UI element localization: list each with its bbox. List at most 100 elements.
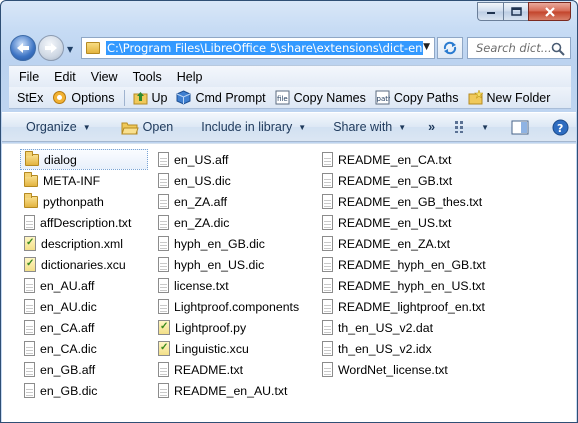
more-commands-button[interactable]: » xyxy=(428,120,435,134)
file-item[interactable]: en_US.aff xyxy=(154,149,304,170)
include-in-library-button[interactable]: Include in library ▼ xyxy=(201,120,306,134)
address-bar[interactable]: C:\Program Files\LibreOffice 5\share\ext… xyxy=(81,37,435,59)
file-item[interactable]: README_en_US.txt xyxy=(318,212,478,233)
file-name: en_GB.dic xyxy=(40,383,98,398)
options-label: Options xyxy=(71,90,115,105)
file-item[interactable]: en_ZA.aff xyxy=(154,191,304,212)
copy-paths-button[interactable]: path Copy Paths xyxy=(375,90,459,105)
menu-edit[interactable]: Edit xyxy=(54,70,76,84)
file-item[interactable]: license.txt xyxy=(154,275,304,296)
menu-help[interactable]: Help xyxy=(177,70,203,84)
document-icon xyxy=(158,383,169,398)
forward-button[interactable] xyxy=(38,35,64,61)
recent-pages-dropdown[interactable]: ▼ xyxy=(67,45,73,54)
file-item[interactable]: description.xml xyxy=(20,233,148,254)
file-item[interactable]: hyph_en_US.dic xyxy=(154,254,304,275)
file-item[interactable]: en_ZA.dic xyxy=(154,212,304,233)
file-item[interactable]: th_en_US_v2.dat xyxy=(318,317,478,338)
close-button[interactable] xyxy=(528,2,571,21)
address-path[interactable]: C:\Program Files\LibreOffice 5\share\ext… xyxy=(106,41,424,55)
file-item[interactable]: Lightproof.py xyxy=(154,317,304,338)
file-item[interactable]: hyph_en_GB.dic xyxy=(154,233,304,254)
file-name: Linguistic.xcu xyxy=(175,341,249,356)
menu-file[interactable]: File xyxy=(19,70,39,84)
file-item[interactable]: en_AU.dic xyxy=(20,296,148,317)
file-item[interactable]: README_en_GB.txt xyxy=(318,170,478,191)
file-item[interactable]: Lightproof.components xyxy=(154,296,304,317)
file-column-3: README_en_CA.txt README_en_GB.txt README_e… xyxy=(318,149,486,380)
xml-file-icon xyxy=(158,320,170,335)
file-item[interactable]: en_GB.dic xyxy=(20,380,148,401)
file-item[interactable]: README_en_ZA.txt xyxy=(318,233,478,254)
file-item[interactable]: en_AU.aff xyxy=(20,275,148,296)
file-item[interactable]: README_en_CA.txt xyxy=(318,149,478,170)
stex-label: StEx xyxy=(17,90,44,105)
search-icon[interactable] xyxy=(551,42,565,56)
file-name: hyph_en_US.dic xyxy=(174,257,265,272)
file-item[interactable]: th_en_US_v2.idx xyxy=(318,338,478,359)
copy-names-icon: file xyxy=(275,90,290,105)
file-item[interactable]: README_lightproof_en.txt xyxy=(318,296,485,317)
menu-view[interactable]: View xyxy=(91,70,118,84)
file-name: en_ZA.dic xyxy=(174,215,230,230)
share-with-button[interactable]: Share with ▼ xyxy=(333,120,406,134)
file-name: dictionaries.xcu xyxy=(41,257,126,272)
maximize-button[interactable] xyxy=(503,2,528,21)
preview-pane-button[interactable] xyxy=(511,119,533,135)
document-icon xyxy=(322,257,333,272)
document-icon xyxy=(158,152,169,167)
refresh-button[interactable] xyxy=(437,37,463,59)
file-item[interactable]: Linguistic.xcu xyxy=(154,338,304,359)
document-icon xyxy=(24,320,35,335)
file-item[interactable]: en_GB.aff xyxy=(20,359,148,380)
document-icon xyxy=(24,341,35,356)
copy-names-button[interactable]: file Copy Names xyxy=(275,90,366,105)
help-icon: ? xyxy=(551,119,569,135)
file-item[interactable]: README_hyph_en_US.txt xyxy=(318,275,485,296)
search-input[interactable]: Search dict... xyxy=(467,37,571,59)
file-item[interactable]: en_US.dic xyxy=(154,170,304,191)
file-name: th_en_US_v2.dat xyxy=(338,320,434,335)
document-icon xyxy=(158,236,169,251)
file-column-2: en_US.aff en_US.dic en_ZA.aff en_ZA.dichyph… xyxy=(154,149,304,401)
file-name: en_US.aff xyxy=(174,152,229,167)
file-item[interactable]: en_CA.dic xyxy=(20,338,148,359)
file-column-1: dialog META-INF pythonpath affDescription.t… xyxy=(20,149,148,401)
copy-paths-label: Copy Paths xyxy=(393,90,459,105)
folder-item[interactable]: dialog xyxy=(20,149,148,170)
file-item[interactable]: WordNet_license.txt xyxy=(318,359,478,380)
document-icon xyxy=(322,152,333,167)
open-button[interactable]: Open xyxy=(120,119,173,135)
menu-bar: File Edit View Tools Help xyxy=(9,65,571,87)
file-name: en_GB.aff xyxy=(40,362,96,377)
copy-names-label: Copy Names xyxy=(293,90,366,105)
help-button[interactable]: ? xyxy=(551,119,573,135)
xml-file-icon xyxy=(158,341,170,356)
folder-item[interactable]: pythonpath xyxy=(20,191,148,212)
chevron-down-icon: ▼ xyxy=(481,122,490,132)
maximize-icon xyxy=(510,7,522,16)
new-folder-button[interactable]: New Folder xyxy=(468,90,550,105)
document-icon xyxy=(24,362,35,377)
up-button[interactable]: Up xyxy=(133,90,167,105)
file-name: description.xml xyxy=(41,236,124,251)
file-item[interactable]: dictionaries.xcu xyxy=(20,254,148,275)
file-item[interactable]: README_en_GB_thes.txt xyxy=(318,191,482,212)
file-name: license.txt xyxy=(174,278,229,293)
cmd-prompt-label: Cmd Prompt xyxy=(195,90,266,105)
options-button[interactable]: Options xyxy=(52,90,115,105)
cmd-prompt-button[interactable]: Cmd Prompt xyxy=(176,90,266,105)
back-button[interactable] xyxy=(10,35,36,61)
minimize-button[interactable] xyxy=(477,2,503,21)
file-name: Lightproof.components xyxy=(174,299,300,314)
change-view-button[interactable]: ▼ xyxy=(453,119,489,135)
folder-item[interactable]: META-INF xyxy=(20,170,148,191)
file-item[interactable]: README_hyph_en_GB.txt xyxy=(318,254,486,275)
chevron-down-icon[interactable]: ▼ xyxy=(423,42,430,52)
file-item[interactable]: README_en_AU.txt xyxy=(154,380,304,401)
menu-tools[interactable]: Tools xyxy=(133,70,162,84)
organize-button[interactable]: Organize ▼ xyxy=(26,120,91,134)
file-item[interactable]: affDescription.txt xyxy=(20,212,148,233)
file-item[interactable]: en_CA.aff xyxy=(20,317,148,338)
file-item[interactable]: README.txt xyxy=(154,359,304,380)
